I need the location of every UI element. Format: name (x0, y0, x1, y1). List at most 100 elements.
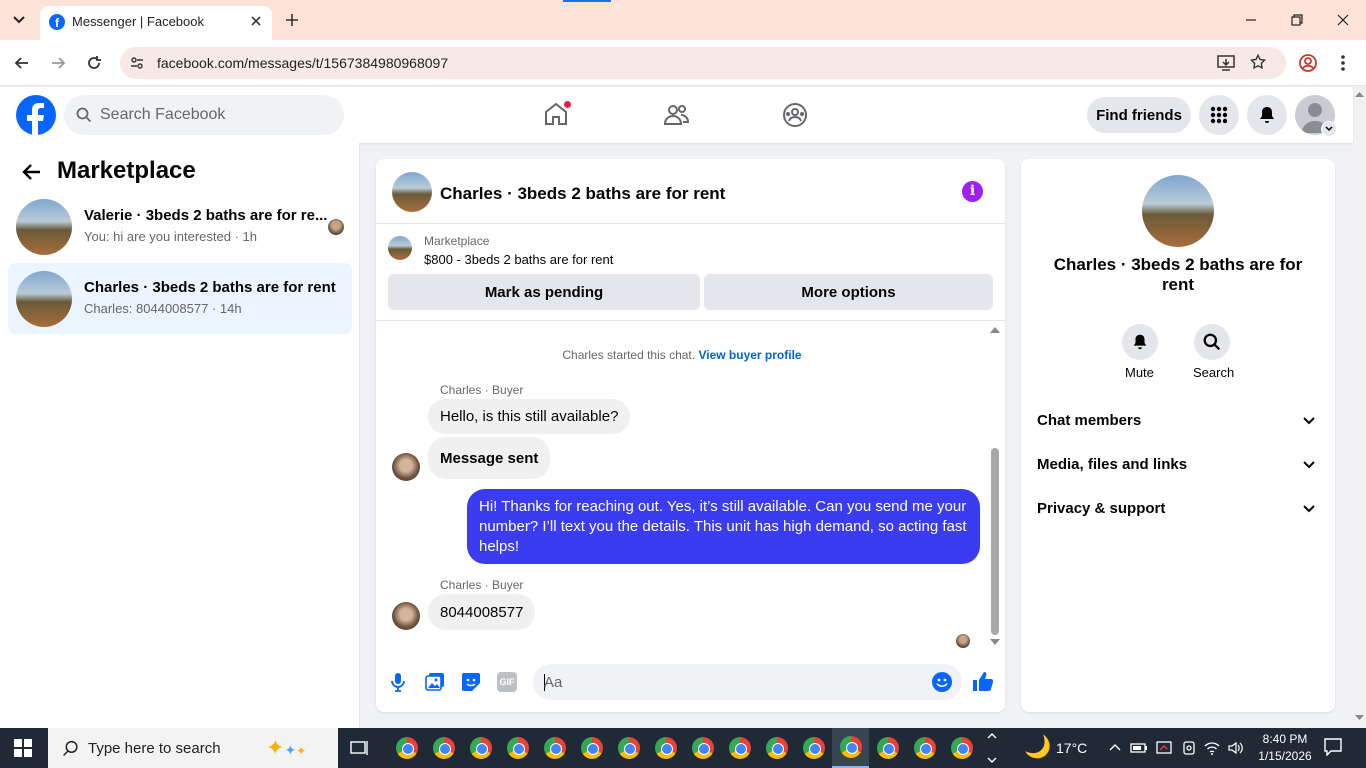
taskbar-app-chrome[interactable] (721, 728, 758, 768)
tab-list-button[interactable] (8, 10, 30, 30)
weather-widget[interactable]: 🌙 17°C (1022, 734, 1102, 762)
close-window-button[interactable] (1335, 12, 1351, 28)
mute-button[interactable] (1122, 324, 1158, 360)
nav-groups-button[interactable] (782, 102, 808, 128)
reload-button[interactable] (84, 53, 104, 73)
conversation-item-valerie[interactable]: Valerie · 3beds 2 baths are for re... Yo… (8, 192, 352, 262)
arrow-left-icon (14, 57, 28, 69)
incoming-message[interactable]: Message sent (428, 437, 551, 479)
microphone-icon (391, 673, 405, 692)
volume-icon[interactable] (1228, 741, 1244, 755)
wifi-icon[interactable] (1204, 741, 1220, 755)
start-button[interactable] (14, 739, 32, 757)
chat-header-thumbnail[interactable] (392, 172, 432, 212)
taskbar-app-chrome[interactable] (462, 728, 499, 768)
search-in-conversation-button[interactable] (1194, 324, 1230, 360)
task-view-button[interactable] (350, 738, 370, 758)
read-receipt-avatar (956, 634, 970, 648)
close-tab-icon[interactable] (248, 13, 264, 29)
taskbar-app-chrome[interactable] (647, 728, 684, 768)
menu-button[interactable] (1199, 95, 1239, 135)
taskbar-app-chrome[interactable] (943, 728, 980, 768)
outgoing-message[interactable]: Hi! Thanks for reaching out. Yes, it’s s… (467, 489, 980, 564)
page-scrollbar[interactable] (1353, 87, 1366, 728)
taskbar-app-chrome[interactable] (610, 728, 647, 768)
emoji-button[interactable] (932, 672, 952, 692)
taskbar-app-chrome[interactable] (499, 728, 536, 768)
back-button[interactable] (12, 53, 32, 73)
chat-members-section[interactable]: Chat members (1029, 405, 1327, 437)
meet-now-icon[interactable] (1156, 740, 1174, 756)
message-input[interactable]: Aa (533, 664, 962, 700)
chat-header-title[interactable]: Charles · 3beds 2 baths are for rent (440, 184, 725, 204)
minimize-button[interactable] (1243, 12, 1259, 28)
incoming-message[interactable]: 8044008577 (428, 594, 536, 630)
url-field[interactable]: facebook.com/messages/t/1567384980968097 (120, 47, 1286, 79)
taskbar-app-chrome[interactable] (573, 728, 610, 768)
sticker-button[interactable] (461, 672, 481, 692)
taskbar-app-chrome[interactable] (795, 728, 832, 768)
device-icon[interactable] (1182, 740, 1196, 756)
gif-button[interactable]: GIF (497, 672, 517, 692)
taskbar-app-chrome-active[interactable] (832, 728, 869, 768)
chevron-down-icon (1303, 417, 1315, 425)
attach-photo-button[interactable] (425, 672, 445, 692)
taskbar-app-chrome[interactable] (425, 728, 462, 768)
send-like-button[interactable] (972, 670, 994, 692)
clock[interactable]: 8:40 PM 1/15/2026 (1250, 731, 1320, 767)
privacy-support-section[interactable]: Privacy & support (1029, 493, 1327, 525)
sparkle-icon: ✦✦✦ (266, 735, 307, 760)
sender-avatar[interactable] (392, 453, 420, 481)
taskbar-app-chrome[interactable] (869, 728, 906, 768)
message-text: Hi! Thanks for reaching out. Yes, it’s s… (479, 498, 967, 555)
taskbar-app-chrome[interactable] (536, 728, 573, 768)
smiley-icon (932, 672, 952, 692)
nav-friends-button[interactable] (663, 102, 689, 128)
taskbar-app-chrome[interactable] (684, 728, 721, 768)
forward-button[interactable] (48, 53, 68, 73)
notifications-button[interactable] (1247, 95, 1287, 135)
browser-tab[interactable]: f Messenger | Facebook (40, 6, 272, 40)
listing-name: Charles · 3beds 2 baths are for rent (1053, 255, 1303, 294)
mark-as-pending-button[interactable]: Mark as pending (388, 274, 700, 310)
find-friends-button[interactable]: Find friends (1087, 97, 1191, 133)
taskbar-overflow-scroller[interactable] (986, 730, 998, 766)
voice-clip-button[interactable] (390, 672, 406, 692)
sidebar-back-button[interactable] (20, 160, 44, 184)
install-app-icon[interactable] (1216, 54, 1236, 72)
messages-scrollbar[interactable] (989, 325, 1001, 649)
facebook-search-input[interactable]: Search Facebook (64, 95, 344, 135)
taskbar-app-chrome[interactable] (906, 728, 943, 768)
scrollbar-thumb[interactable] (991, 448, 999, 635)
message-placeholder: Aa (544, 674, 563, 691)
chevron-up-down-icon (987, 733, 997, 763)
conversation-item-charles[interactable]: Charles · 3beds 2 baths are for rent Cha… (8, 263, 352, 334)
nav-home-button[interactable] (543, 100, 572, 129)
taskbar-search-box[interactable]: Type here to search ✦✦✦ (48, 728, 338, 768)
sidebar-title: Marketplace (57, 157, 196, 184)
media-files-links-section[interactable]: Media, files and links (1029, 449, 1327, 481)
taskbar-app-chrome[interactable] (758, 728, 795, 768)
browser-menu-icon[interactable] (1336, 53, 1350, 73)
account-chevron-icon[interactable] (1321, 121, 1337, 137)
sender-avatar[interactable] (392, 602, 420, 630)
listing-profile-image[interactable] (1142, 175, 1214, 247)
profile-icon[interactable] (1298, 53, 1318, 73)
battery-icon[interactable] (1130, 741, 1148, 755)
incoming-message[interactable]: Hello, is this still available? (428, 399, 631, 434)
chevron-up-icon[interactable] (1108, 741, 1122, 755)
more-options-button[interactable]: More options (704, 274, 993, 310)
image-icon (425, 673, 444, 691)
view-buyer-profile-link[interactable]: View buyer profile (698, 348, 801, 362)
plus-icon (286, 14, 298, 26)
facebook-logo-icon[interactable] (16, 95, 56, 135)
bookmark-star-icon[interactable] (1249, 53, 1267, 71)
new-tab-button[interactable] (283, 11, 301, 29)
conversation-info-button[interactable]: i (962, 181, 983, 202)
sender-label: Charles · Buyer (440, 578, 524, 592)
conversation-title: Valerie · 3beds 2 baths are for re... (84, 207, 328, 224)
taskbar-app-chrome[interactable] (388, 728, 425, 768)
restore-button[interactable] (1289, 12, 1305, 28)
site-info-icon[interactable] (129, 55, 145, 71)
notification-center-button[interactable] (1324, 738, 1342, 756)
